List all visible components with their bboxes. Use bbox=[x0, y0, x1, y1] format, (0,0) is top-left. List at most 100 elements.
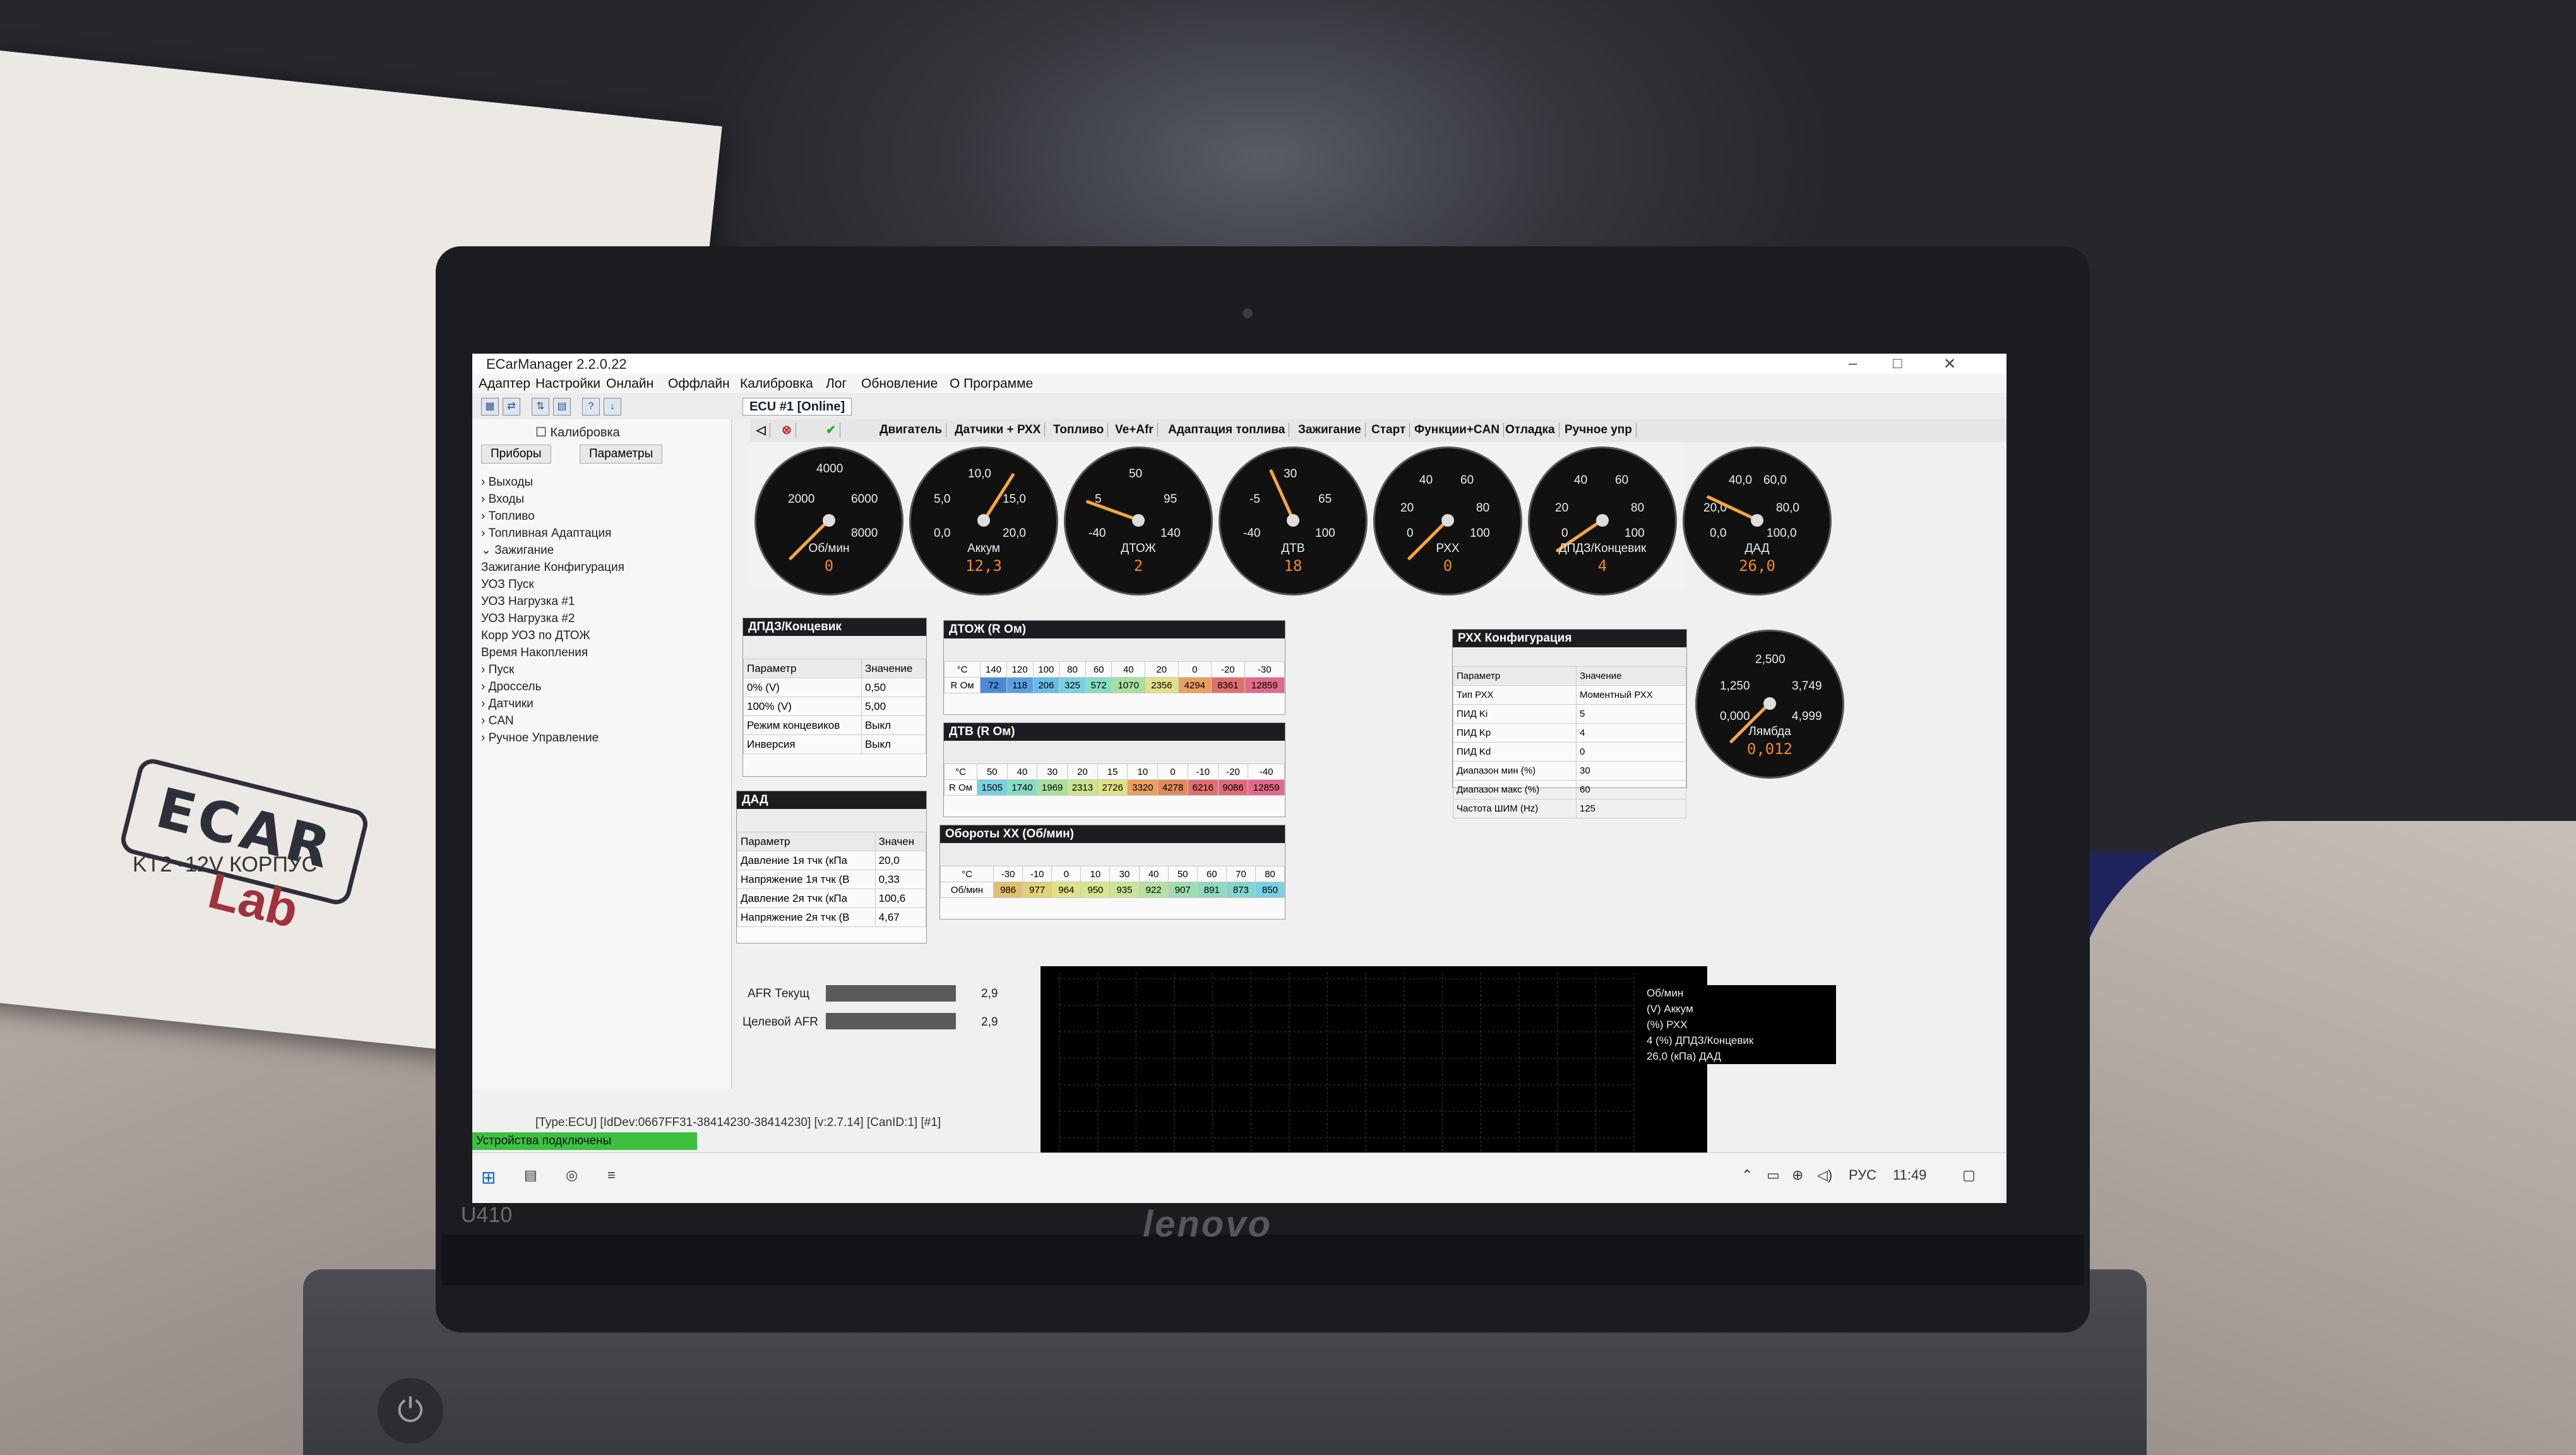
grid-cell[interactable]: 325 bbox=[1059, 677, 1086, 693]
tab-ignition[interactable]: Зажигание bbox=[1298, 423, 1366, 437]
param-value[interactable]: 0 bbox=[1575, 742, 1687, 762]
grid-cell[interactable]: 10 bbox=[1080, 866, 1111, 882]
tree-item[interactable]: › Датчики bbox=[481, 695, 624, 712]
close-icon[interactable]: ✕ bbox=[1943, 355, 1956, 373]
param-value[interactable]: 5,00 bbox=[861, 697, 927, 716]
grid-cell[interactable]: -30 bbox=[1244, 661, 1285, 678]
table-row[interactable]: 100% (V) 5,00 bbox=[743, 697, 927, 716]
help-icon[interactable]: ? bbox=[582, 398, 600, 416]
tab-manual[interactable]: Ручное упр bbox=[1565, 423, 1637, 437]
param-value[interactable]: 20,0 bbox=[874, 851, 927, 870]
grid-cell[interactable]: 0 bbox=[1051, 866, 1082, 882]
tab-instruments[interactable]: Приборы bbox=[481, 445, 551, 464]
grid-cell[interactable]: 60 bbox=[1085, 661, 1112, 678]
table-row[interactable]: Напряжение 2я тчк (В 4,67 bbox=[737, 907, 927, 927]
tree-item[interactable]: › CAN bbox=[481, 712, 624, 729]
grid-cell[interactable]: 100 bbox=[1032, 661, 1060, 678]
grid-cell[interactable]: 140 bbox=[980, 661, 1007, 678]
grid-cell[interactable]: 891 bbox=[1196, 882, 1227, 898]
grid-cell[interactable]: 873 bbox=[1225, 882, 1256, 898]
menu-item-update[interactable]: Обновление bbox=[861, 376, 938, 392]
tab-stop-icon[interactable]: ⊗ bbox=[782, 423, 796, 438]
menu-item-log[interactable]: Лог bbox=[826, 376, 847, 392]
grid-cell[interactable]: 40 bbox=[1006, 763, 1038, 780]
tree-item[interactable]: УОЗ Нагрузка #2 bbox=[481, 610, 624, 627]
tree-item[interactable]: ⌄ Зажигание bbox=[481, 542, 624, 559]
grid-cell[interactable]: 3320 bbox=[1127, 779, 1159, 796]
tree-item[interactable]: Зажигание Конфигурация bbox=[481, 559, 624, 576]
param-value[interactable]: 5 bbox=[1575, 704, 1687, 724]
tree-item[interactable]: › Входы bbox=[481, 491, 624, 508]
tree-item[interactable]: › Выходы bbox=[481, 474, 624, 491]
grid-cell[interactable]: 70 bbox=[1225, 866, 1256, 882]
table-row[interactable]: Частота ШИМ (Hz) 125 bbox=[1453, 799, 1687, 818]
tab-apply-icon[interactable]: ✔ bbox=[826, 423, 840, 438]
table-row[interactable]: ПИД Ki 5 bbox=[1453, 704, 1687, 724]
grid-cell[interactable]: 922 bbox=[1138, 882, 1169, 898]
grid-cell[interactable]: 72 bbox=[980, 677, 1007, 693]
grid-cell[interactable]: 850 bbox=[1255, 882, 1285, 898]
param-value[interactable]: 60 bbox=[1575, 780, 1687, 799]
app-icon[interactable]: ◎ bbox=[566, 1167, 578, 1183]
grid-cell[interactable]: -20 bbox=[1217, 763, 1249, 780]
table-row[interactable]: Напряжение 1я тчк (В 0,33 bbox=[737, 870, 927, 889]
param-value[interactable]: 30 bbox=[1575, 761, 1687, 781]
connect-icon[interactable]: ▦ bbox=[481, 398, 499, 416]
param-value[interactable]: 100,6 bbox=[874, 889, 927, 908]
grid-cell[interactable]: 40 bbox=[1111, 661, 1145, 678]
minimize-icon[interactable]: – bbox=[1849, 355, 1857, 373]
grid-cell[interactable]: 50 bbox=[1167, 866, 1198, 882]
grid-cell[interactable]: 118 bbox=[1006, 677, 1034, 693]
grid-cell[interactable]: 80 bbox=[1255, 866, 1285, 882]
table-row[interactable]: Инверсия Выкл bbox=[743, 734, 927, 754]
param-value[interactable]: 4 bbox=[1575, 723, 1687, 743]
volume-icon[interactable]: ◁) bbox=[1817, 1167, 1832, 1183]
notifications-icon[interactable]: ▢ bbox=[1962, 1167, 1976, 1183]
table-row[interactable]: ПИД Kp 4 bbox=[1453, 723, 1687, 743]
param-value[interactable]: 0,33 bbox=[874, 870, 927, 889]
tab-fuel-adapt[interactable]: Адаптация топлива bbox=[1168, 423, 1290, 437]
menu-item-online[interactable]: Онлайн bbox=[606, 376, 653, 392]
language-indicator[interactable]: РУС bbox=[1849, 1167, 1876, 1183]
grid-cell[interactable]: 50 bbox=[976, 763, 1008, 780]
tab-sensors[interactable]: Датчики + РХХ bbox=[955, 423, 1046, 437]
table-row[interactable]: Тип РХХ Моментный РХХ bbox=[1453, 685, 1687, 705]
table-icon[interactable]: ▤ bbox=[553, 398, 571, 416]
tree-item[interactable]: › Топливная Адаптация bbox=[481, 525, 624, 542]
tab-start[interactable]: Старт bbox=[1371, 423, 1410, 437]
sort-icon[interactable]: ⇅ bbox=[532, 398, 549, 416]
tree-item[interactable]: УОЗ Пуск bbox=[481, 576, 624, 593]
param-value[interactable]: 4,67 bbox=[874, 907, 927, 927]
table-row[interactable]: Диапазон макс (%) 60 bbox=[1453, 780, 1687, 799]
grid-cell[interactable]: 12859 bbox=[1248, 779, 1285, 796]
grid-cell[interactable]: -10 bbox=[1187, 763, 1219, 780]
tree-item[interactable]: › Ручное Управление bbox=[481, 729, 624, 746]
ecu-tab[interactable]: ECU #1 [Online] bbox=[742, 398, 852, 416]
grid-cell[interactable]: 907 bbox=[1167, 882, 1198, 898]
table-row[interactable]: Диапазон мин (%) 30 bbox=[1453, 761, 1687, 781]
grid-cell[interactable]: 12859 bbox=[1244, 677, 1285, 693]
tab-back-icon[interactable]: ◁ bbox=[756, 423, 770, 438]
network-icon[interactable]: ⊕ bbox=[1792, 1167, 1803, 1183]
grid-cell[interactable]: 1505 bbox=[976, 779, 1008, 796]
grid-cell[interactable]: 1969 bbox=[1037, 779, 1068, 796]
grid-cell[interactable]: 40 bbox=[1138, 866, 1169, 882]
tab-debug[interactable]: Отладка bbox=[1505, 423, 1559, 437]
tree-item[interactable]: › Топливо bbox=[481, 508, 624, 525]
tree-item[interactable]: › Дроссель bbox=[481, 678, 624, 695]
tree-item[interactable]: УОЗ Нагрузка #1 bbox=[481, 593, 624, 610]
tree-item[interactable]: Корр УОЗ по ДТОЖ bbox=[481, 627, 624, 644]
menu-item-adapter[interactable]: Адаптер bbox=[479, 376, 530, 392]
grid-cell[interactable]: 9086 bbox=[1217, 779, 1249, 796]
calibration-checkbox[interactable]: ☐ Калибровка bbox=[535, 424, 620, 440]
grid-cell[interactable]: 30 bbox=[1037, 763, 1068, 780]
table-row[interactable]: Давление 2я тчк (кПа 100,6 bbox=[737, 889, 927, 908]
grid-cell[interactable]: 964 bbox=[1051, 882, 1082, 898]
windows-start-icon[interactable]: ⊞ bbox=[481, 1167, 496, 1188]
table-row[interactable]: Давление 1я тчк (кПа 20,0 bbox=[737, 851, 927, 870]
grid-cell[interactable]: 0 bbox=[1178, 661, 1212, 678]
grid-cell[interactable]: 2356 bbox=[1145, 677, 1179, 693]
tab-ve-afr[interactable]: Ve+Afr bbox=[1115, 423, 1158, 437]
explorer-icon[interactable]: ▤ bbox=[524, 1167, 537, 1183]
tray-chevron-icon[interactable]: ⌃ bbox=[1741, 1167, 1753, 1183]
